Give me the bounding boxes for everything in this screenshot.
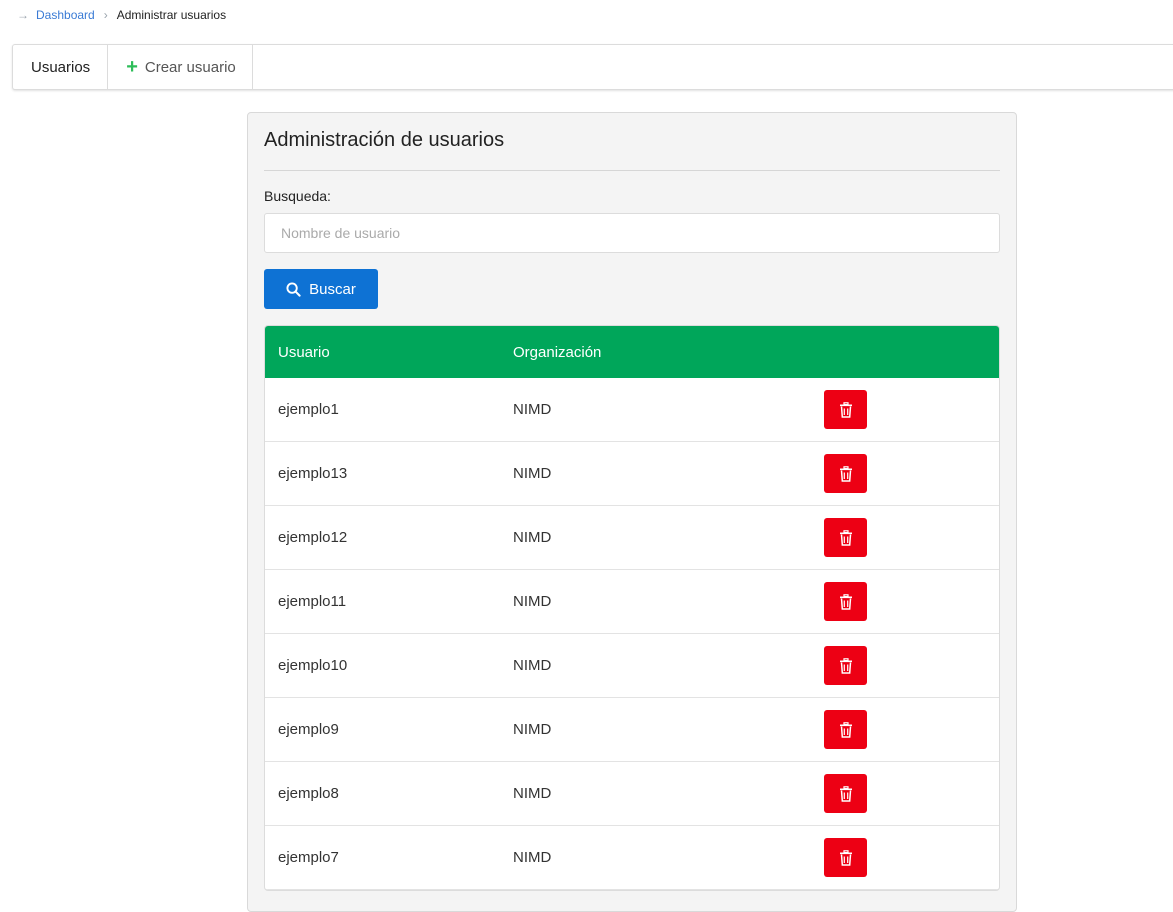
table-row: ejemplo8 NIMD (265, 762, 999, 826)
cell-organization: NIMD (513, 785, 552, 802)
table-body: ejemplo1 NIMD ejemplo13 NIMD ejemplo12 N… (265, 378, 999, 890)
cell-username: ejemplo12 (278, 529, 348, 546)
user-admin-panel: Administración de usuarios Busqueda: Bus… (247, 112, 1017, 912)
trash-icon (839, 785, 852, 802)
table-row: ejemplo9 NIMD (265, 698, 999, 762)
divider (264, 170, 1000, 171)
tab-bar: Usuarios + Crear usuario (12, 44, 1173, 90)
plus-icon: + (126, 56, 138, 78)
table-row: ejemplo7 NIMD (265, 826, 999, 890)
breadcrumb-link-dashboard[interactable]: Dashboard (36, 8, 95, 22)
cell-username: ejemplo10 (278, 657, 348, 674)
delete-user-button[interactable] (824, 582, 867, 621)
delete-user-button[interactable] (824, 710, 867, 749)
page-title: Administración de usuarios (264, 129, 505, 151)
search-button[interactable]: Buscar (264, 269, 378, 309)
table-row: ejemplo1 NIMD (265, 378, 999, 442)
delete-user-button[interactable] (824, 390, 867, 429)
table-row: ejemplo11 NIMD (265, 570, 999, 634)
cell-organization: NIMD (513, 849, 552, 866)
delete-user-button[interactable] (824, 646, 867, 685)
tab-create-user[interactable]: + Crear usuario (108, 45, 253, 89)
cell-organization: NIMD (513, 401, 552, 418)
table-header: Usuario Organización (265, 326, 999, 378)
search-icon (286, 281, 301, 297)
cell-organization: NIMD (513, 593, 552, 610)
column-header-organization: Organización (513, 343, 602, 361)
cell-organization: NIMD (513, 529, 552, 546)
table-row: ejemplo10 NIMD (265, 634, 999, 698)
cell-username: ejemplo1 (278, 401, 339, 418)
breadcrumb-current: Administrar usuarios (116, 8, 227, 22)
cell-username: ejemplo13 (278, 465, 348, 482)
delete-user-button[interactable] (824, 774, 867, 813)
trash-icon (839, 593, 852, 610)
trash-icon (839, 849, 852, 866)
cell-organization: NIMD (513, 657, 552, 674)
trash-icon (839, 465, 852, 482)
delete-user-button[interactable] (824, 838, 867, 877)
search-input[interactable] (264, 213, 1000, 253)
delete-user-button[interactable] (824, 454, 867, 493)
search-button-label: Buscar (309, 280, 356, 298)
trash-icon (839, 401, 852, 418)
chevron-right-icon: › (103, 8, 108, 22)
cell-username: ejemplo8 (278, 785, 339, 802)
table-row: ejemplo13 NIMD (265, 442, 999, 506)
tab-users[interactable]: Usuarios (13, 45, 109, 89)
tab-users-label: Usuarios (31, 58, 91, 76)
breadcrumb: → Dashboard › Administrar usuarios (17, 7, 226, 23)
search-label: Busqueda: (264, 188, 331, 204)
cell-username: ejemplo7 (278, 849, 339, 866)
table-row: ejemplo12 NIMD (265, 506, 999, 570)
cell-organization: NIMD (513, 465, 552, 482)
column-header-user: Usuario (278, 343, 330, 361)
cell-username: ejemplo11 (278, 593, 347, 610)
delete-user-button[interactable] (824, 518, 867, 557)
users-table: Usuario Organización ejemplo1 NIMD ejemp… (264, 325, 1000, 891)
trash-icon (839, 657, 852, 674)
trash-icon (839, 721, 852, 738)
cell-organization: NIMD (513, 721, 552, 738)
cell-username: ejemplo9 (278, 721, 339, 738)
trash-icon (839, 529, 852, 546)
tab-create-user-label: Crear usuario (144, 58, 236, 76)
arrow-right-icon: → (17, 8, 29, 22)
